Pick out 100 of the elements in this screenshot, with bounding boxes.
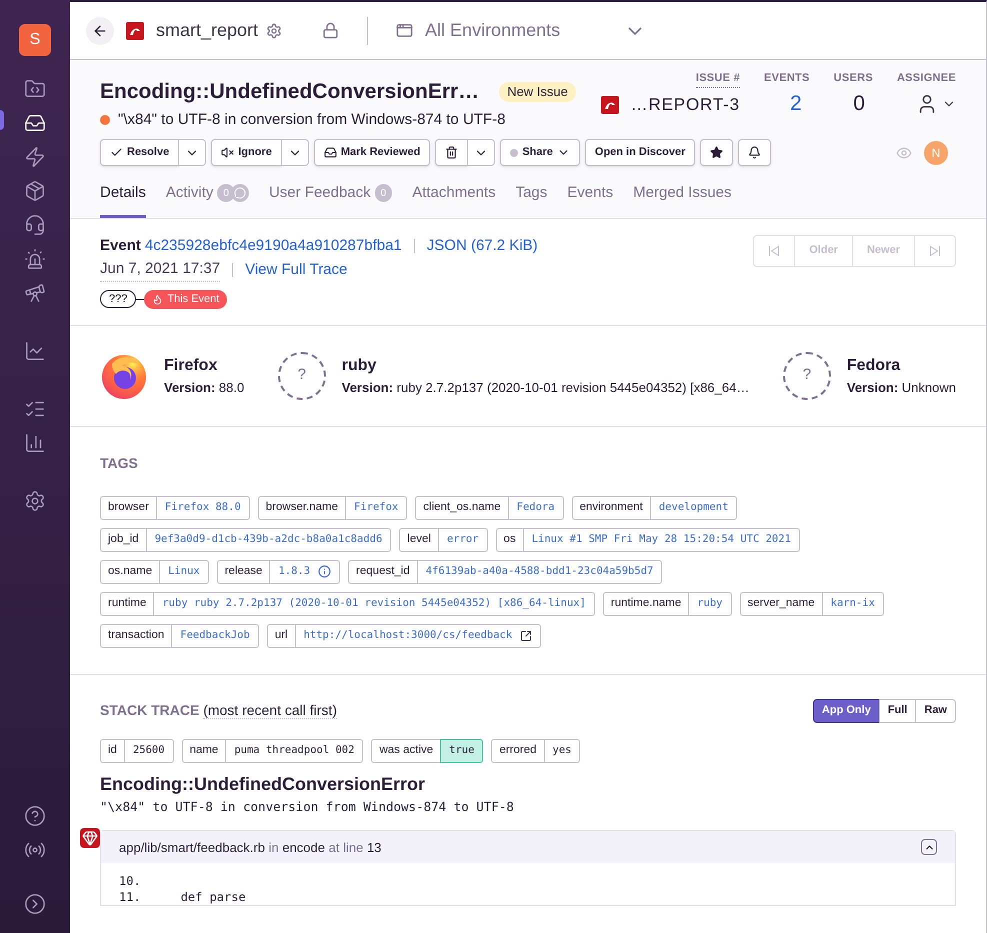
settings-icon[interactable] xyxy=(24,490,46,512)
tag[interactable]: client_os.name Fedora xyxy=(415,496,564,520)
tag-key: client_os.name xyxy=(416,496,509,518)
tag-value: FeedbackJob xyxy=(179,628,251,643)
frame-at-label: at line xyxy=(328,840,364,854)
frame-line: 13 xyxy=(366,840,382,854)
back-button[interactable] xyxy=(86,16,114,44)
section-title: STACK TRACE xyxy=(100,702,200,718)
tab[interactable]: Tags xyxy=(516,182,548,218)
info-icon[interactable] xyxy=(318,565,332,578)
action-button[interactable] xyxy=(435,139,468,166)
inbox-icon[interactable] xyxy=(24,112,46,134)
tag-value: development xyxy=(658,500,730,515)
last-page-icon xyxy=(929,244,941,256)
settings-icon[interactable] xyxy=(266,22,282,38)
tag-key: release xyxy=(218,560,270,582)
package-icon[interactable] xyxy=(24,180,46,202)
tag[interactable]: os Linux #1 SMP Fri May 28 15:20:54 UTC 2021 xyxy=(496,528,800,552)
help-icon[interactable] xyxy=(24,805,46,827)
tag[interactable]: runtime.name ruby xyxy=(602,592,732,616)
trace-node[interactable]: ??? xyxy=(100,290,136,308)
lock-icon[interactable] xyxy=(322,22,340,39)
event-id-link[interactable]: 4c235928ebfc4e9190a4a910287bfba1 xyxy=(144,234,402,257)
tag-key: os.name xyxy=(101,560,160,582)
siren-icon[interactable] xyxy=(24,248,46,270)
tag-key: runtime.name xyxy=(604,592,690,614)
stat-label: ISSUE # xyxy=(696,70,740,88)
tag-value: 1.8.3 xyxy=(270,560,340,582)
collapse-button[interactable] xyxy=(921,839,937,856)
count-badge: 0 xyxy=(217,184,235,202)
telescope-icon[interactable] xyxy=(24,282,46,304)
tag[interactable]: release 1.8.3 xyxy=(216,560,340,584)
view-toggle[interactable]: App Only xyxy=(812,698,880,722)
dropdown-button[interactable] xyxy=(179,139,206,166)
tag[interactable]: environment development xyxy=(572,496,738,520)
tag[interactable]: browser Firefox 88.0 xyxy=(100,496,250,520)
tab[interactable]: User Feedback 0 xyxy=(268,182,392,218)
action-button[interactable]: Open in Discover xyxy=(584,139,696,166)
tag[interactable]: server_name karn-ix xyxy=(740,592,884,616)
trash-icon xyxy=(445,146,458,159)
external-link-icon[interactable] xyxy=(520,630,532,642)
ruby-platform-icon xyxy=(80,828,100,848)
view-toggle[interactable]: Raw xyxy=(915,698,956,722)
bar-chart-icon[interactable] xyxy=(24,432,46,454)
full-trace-link[interactable]: View Full Trace xyxy=(245,258,348,281)
users-count: 0 xyxy=(852,90,866,117)
tag[interactable]: name puma threadpool 002 xyxy=(182,738,364,762)
context-name: Firefox xyxy=(164,356,218,376)
stat-label: EVENTS xyxy=(764,71,810,86)
event-date: Jun 7, 2021 17:37 xyxy=(100,258,220,282)
dropdown-button[interactable] xyxy=(282,139,309,166)
tab[interactable]: Activity 0 xyxy=(166,182,249,218)
tab[interactable]: Events xyxy=(567,182,614,218)
back-arrow-icon xyxy=(92,22,108,38)
environment-selector[interactable]: All Environments xyxy=(396,17,642,44)
tag-key: environment xyxy=(572,496,651,518)
tab[interactable]: Attachments xyxy=(412,182,496,218)
frame-file: app/lib/smart/feedback.rb xyxy=(119,840,265,854)
tag[interactable]: level error xyxy=(399,528,488,552)
tag[interactable]: job_id 9ef3a0d9-d1cb-439b-a2dc-b8a0a1c8add6 xyxy=(100,528,392,552)
tag[interactable]: id 25600 xyxy=(100,738,174,762)
tag-value: 9ef3a0d9-d1cb-439b-a2dc-b8a0a1c8add6 xyxy=(154,532,384,547)
tag[interactable]: transaction FeedbackJob xyxy=(100,624,259,648)
action-button[interactable]: Mark Reviewed xyxy=(314,139,430,166)
action-button[interactable]: Ignore xyxy=(211,139,282,166)
tag-value: Linux #1 SMP Fri May 28 15:20:54 UTC 2021 xyxy=(530,532,792,547)
action-button[interactable]: Share xyxy=(500,139,580,166)
tag[interactable]: url http://localhost:3000/cs/feedback xyxy=(266,624,542,648)
tag[interactable]: request_id 4f6139ab-a40a-4588-bdd1-23c04a59b5d7 xyxy=(348,560,662,584)
expand-icon[interactable] xyxy=(24,893,46,915)
tag[interactable]: browser.name Firefox xyxy=(258,496,408,520)
comment-icon xyxy=(230,184,249,202)
tag-key: os xyxy=(496,528,524,550)
active-indicator xyxy=(0,110,4,130)
tab[interactable]: Merged Issues xyxy=(633,182,732,218)
bell-icon xyxy=(748,146,762,159)
tag-value: karn-ix xyxy=(830,596,876,611)
lightning-icon[interactable] xyxy=(24,146,46,168)
action-button[interactable] xyxy=(700,139,734,166)
action-button[interactable] xyxy=(738,139,772,166)
tag-value: puma threadpool 002 xyxy=(233,742,356,758)
project-name[interactable]: smart_report xyxy=(156,17,258,44)
context-version: Version: Unknown xyxy=(846,378,956,397)
tag-value: Firefox xyxy=(353,500,400,515)
tag[interactable]: was active true xyxy=(371,738,484,762)
tag-key: url xyxy=(268,624,296,646)
exception-type: Encoding::UndefinedConversionError xyxy=(100,772,426,796)
tag-key: server_name xyxy=(740,592,823,614)
view-toggle[interactable]: Full xyxy=(878,698,916,722)
tag-key: runtime xyxy=(101,592,154,614)
line-chart-icon[interactable] xyxy=(24,340,46,362)
events-count[interactable]: 2 xyxy=(782,88,810,120)
headset-icon[interactable] xyxy=(24,214,46,236)
json-link[interactable]: JSON (67.2 KiB) xyxy=(426,234,538,257)
tag[interactable]: os.name Linux xyxy=(100,560,209,584)
tab[interactable]: Details xyxy=(100,182,146,218)
folder-code-icon[interactable] xyxy=(24,78,46,100)
tag[interactable]: errored yes xyxy=(491,738,580,762)
action-button[interactable]: Resolve xyxy=(100,139,180,166)
tag[interactable]: runtime ruby ruby 2.7.2p137 (2020-10-01 revision 5445e04352) [x86_64-linux] xyxy=(100,592,595,616)
